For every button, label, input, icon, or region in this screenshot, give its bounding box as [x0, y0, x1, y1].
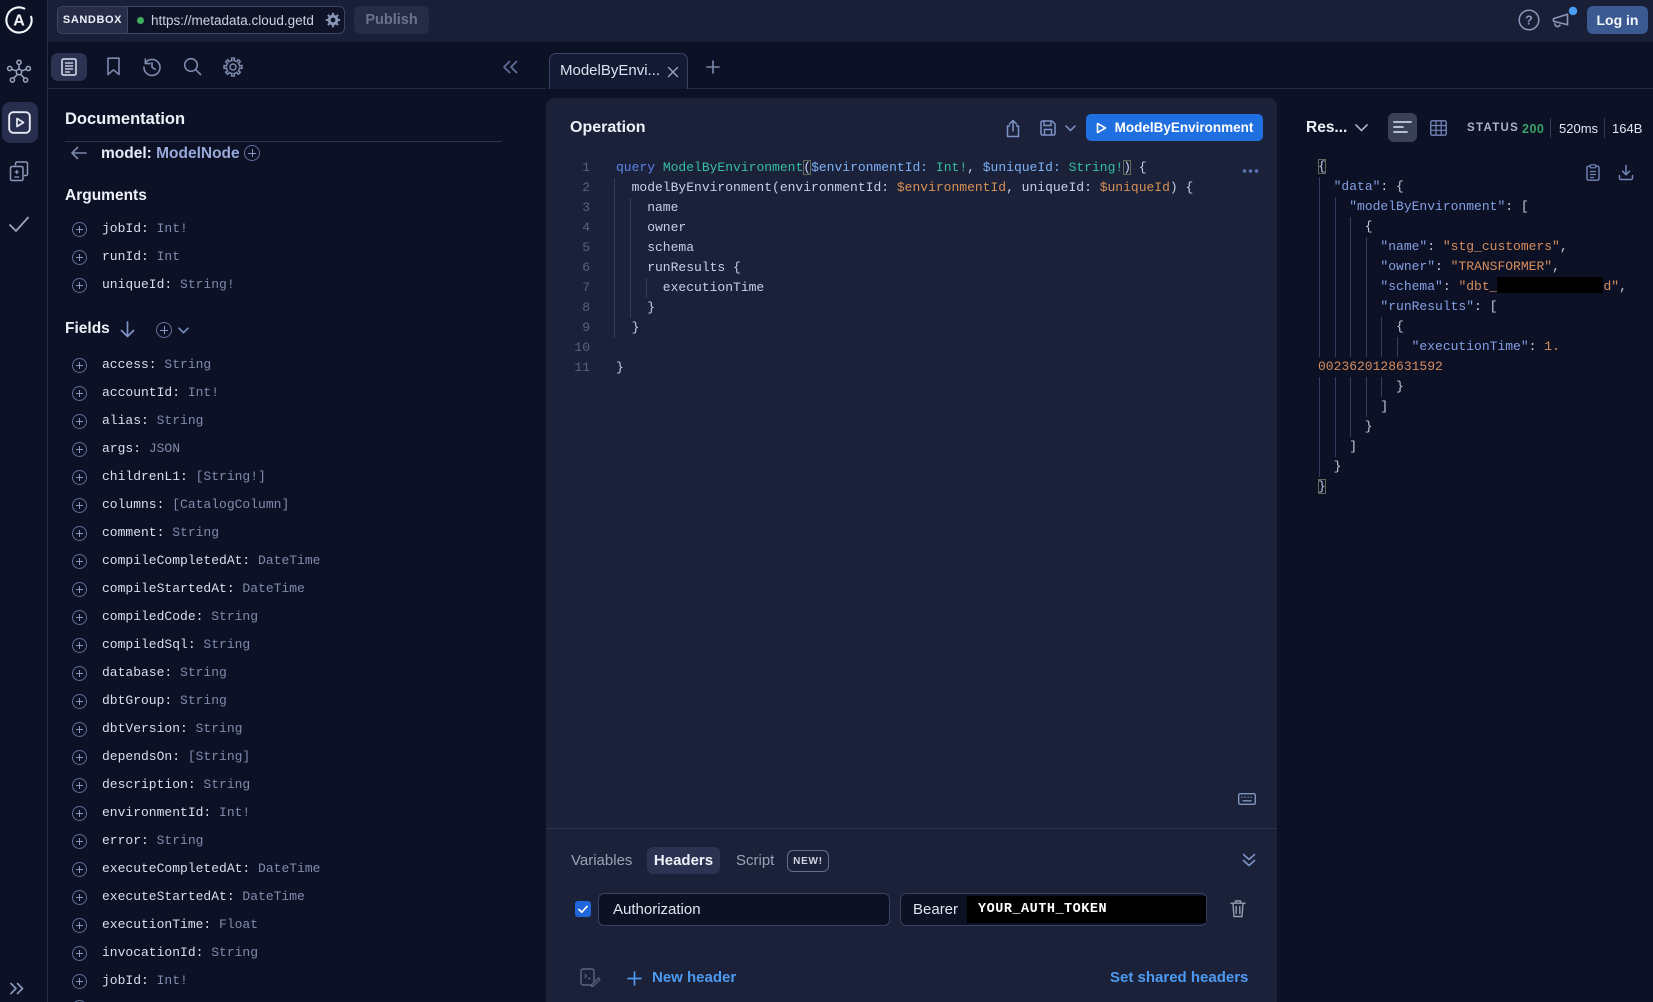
svg-text:?: ? [1525, 14, 1533, 28]
svg-text:A: A [13, 13, 25, 30]
